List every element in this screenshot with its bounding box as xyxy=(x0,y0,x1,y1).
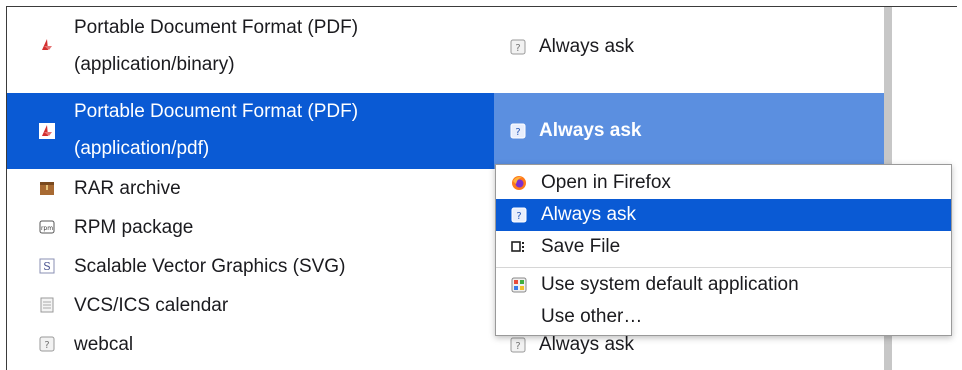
question-icon: ? xyxy=(511,207,527,223)
svg-text:?: ? xyxy=(515,127,520,138)
action-label: Always ask xyxy=(539,36,635,57)
svg-text:rpm: rpm xyxy=(41,225,53,232)
menu-item-label: Use system default application xyxy=(541,274,799,295)
system-app-icon xyxy=(511,277,527,293)
svg-text:?: ? xyxy=(515,43,520,54)
save-file-icon xyxy=(511,239,527,255)
svg-icon: S xyxy=(39,258,55,274)
pdf-icon xyxy=(39,123,55,139)
type-label: RPM package xyxy=(74,217,194,238)
firefox-icon xyxy=(511,175,527,191)
svg-text:S: S xyxy=(43,260,51,273)
type-label: webcal xyxy=(74,334,134,355)
menu-item-use-other[interactable]: Use other… xyxy=(496,301,951,333)
calendar-icon xyxy=(39,297,55,313)
question-icon: ? xyxy=(510,337,526,353)
svg-text:?: ? xyxy=(516,211,521,222)
list-item-pdf[interactable]: Portable Document Format (PDF) (applicat… xyxy=(7,93,884,169)
type-label: VCS/ICS calendar xyxy=(74,295,229,316)
action-cell[interactable]: ? Always ask xyxy=(494,7,884,87)
action-label: Always ask xyxy=(539,120,642,141)
type-label: RAR archive xyxy=(74,178,181,199)
menu-item-label: Open in Firefox xyxy=(541,172,671,193)
list-item-pdf-binary[interactable]: Portable Document Format (PDF) (applicat… xyxy=(7,7,884,83)
svg-text:?: ? xyxy=(515,341,520,352)
pdf-icon xyxy=(39,37,55,53)
type-sublabel: (application/pdf) xyxy=(74,138,210,159)
question-icon: ? xyxy=(39,336,55,352)
menu-item-always-ask[interactable]: ? Always ask xyxy=(496,199,951,231)
archive-icon xyxy=(39,180,55,196)
action-dropdown[interactable]: ? Always ask xyxy=(494,93,884,169)
svg-text:?: ? xyxy=(44,340,49,351)
type-label: Portable Document Format (PDF) xyxy=(74,101,359,122)
menu-item-label: Use other… xyxy=(541,306,643,327)
type-label: Scalable Vector Graphics (SVG) xyxy=(74,256,346,277)
rpm-icon: rpm xyxy=(39,219,55,235)
question-icon: ? xyxy=(510,123,526,139)
menu-separator xyxy=(496,267,951,268)
menu-item-label: Always ask xyxy=(541,204,637,225)
action-dropdown-menu: Open in Firefox ? Always ask Save File U… xyxy=(495,164,952,336)
menu-item-label: Save File xyxy=(541,236,621,257)
menu-item-open-in-firefox[interactable]: Open in Firefox xyxy=(496,167,951,199)
menu-item-use-system-default[interactable]: Use system default application xyxy=(496,269,951,301)
question-icon: ? xyxy=(510,39,526,55)
menu-item-save-file[interactable]: Save File xyxy=(496,231,951,263)
type-sublabel: (application/binary) xyxy=(74,54,235,75)
type-label: Portable Document Format (PDF) xyxy=(74,17,359,38)
action-label: Always ask xyxy=(539,333,635,355)
